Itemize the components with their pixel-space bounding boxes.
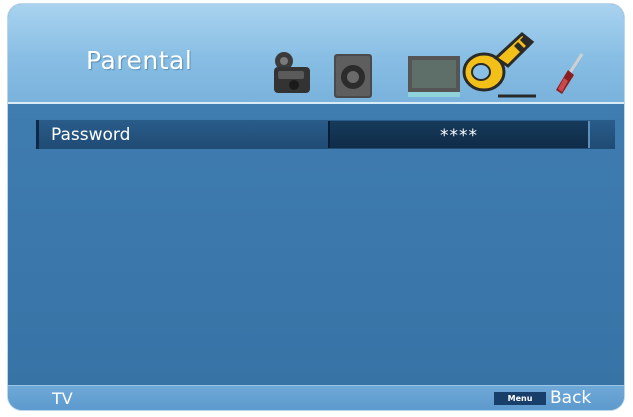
screwdriver-icon[interactable] [552, 48, 594, 100]
menu-footer: TV Menu Back [8, 385, 624, 410]
source-label: TV [52, 389, 73, 408]
menu-key-button[interactable]: Menu [494, 392, 546, 405]
monitor-icon[interactable] [406, 54, 462, 98]
password-field[interactable]: **** [328, 121, 590, 148]
password-label: Password [51, 125, 131, 145]
back-label: Back [550, 388, 592, 408]
page-title: Parental [86, 46, 193, 75]
key-icon[interactable] [460, 28, 542, 100]
menu-header: Parental [8, 4, 624, 104]
camera-icon[interactable] [270, 49, 316, 97]
speaker-icon[interactable] [332, 52, 374, 100]
osd-menu-window: Parental Password **** TV Menu Back [8, 4, 624, 410]
menu-item-password[interactable]: Password **** [36, 120, 615, 149]
password-value: **** [440, 126, 478, 146]
menu-content: Password **** [8, 104, 624, 386]
